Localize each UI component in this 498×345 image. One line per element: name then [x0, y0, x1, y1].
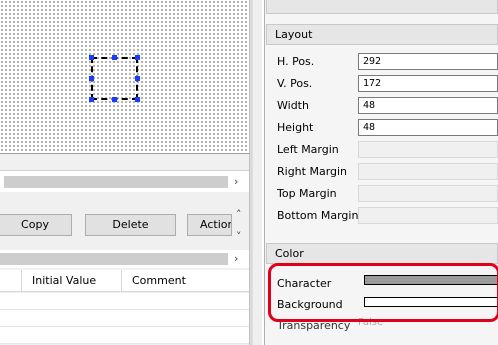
selected-shape[interactable] — [91, 57, 138, 100]
canvas-divider — [0, 153, 249, 154]
resize-handle-top-left[interactable] — [89, 55, 94, 60]
action-button[interactable]: Actior — [187, 214, 232, 236]
table-row[interactable] — [0, 293, 249, 310]
width-field[interactable]: 48 — [358, 97, 498, 114]
resize-handle-top[interactable] — [112, 55, 117, 60]
section-header-color[interactable]: Color — [266, 243, 498, 264]
object-toolbar: Copy Delete Actior — [0, 200, 249, 244]
color-highlight-annotation — [268, 263, 498, 322]
height-field[interactable]: 48 — [358, 119, 498, 136]
toolbar-vertical-scrollbar[interactable]: ˄ ˅ — [232, 204, 249, 248]
label-top-margin: Top Margin — [277, 187, 337, 200]
table-header: Initial Value Comment — [0, 270, 249, 292]
scroll-up-icon[interactable]: ˄ — [236, 208, 242, 221]
right-margin-field — [358, 163, 498, 180]
scrollbar-thumb[interactable] — [4, 176, 228, 188]
section-header-layout[interactable]: Layout — [266, 24, 498, 45]
pane-border — [262, 0, 265, 345]
label-bottom-margin: Bottom Margin — [277, 209, 359, 222]
scroll-right-icon[interactable]: › — [234, 175, 238, 188]
resize-handle-top-right[interactable] — [135, 55, 140, 60]
pane-splitter[interactable] — [249, 0, 253, 345]
scroll-right-icon[interactable]: › — [234, 252, 238, 265]
resize-handle-bottom-right[interactable] — [135, 97, 140, 102]
table-horizontal-scrollbar[interactable]: › — [0, 250, 249, 268]
table-row[interactable] — [0, 327, 249, 344]
delete-button[interactable]: Delete — [85, 214, 176, 236]
resize-handle-bottom[interactable] — [112, 97, 117, 102]
label-right-margin: Right Margin — [277, 165, 348, 178]
label-height: Height — [277, 121, 314, 134]
h-pos-field[interactable]: 292 — [358, 53, 498, 70]
bottom-margin-field — [358, 207, 498, 224]
label-width: Width — [277, 99, 309, 112]
label-h-pos: H. Pos. — [277, 55, 315, 68]
resize-handle-right[interactable] — [135, 76, 140, 81]
label-v-pos: V. Pos. — [277, 77, 313, 90]
section-header-collapsed[interactable] — [266, 0, 498, 14]
scrollbar-thumb[interactable] — [0, 253, 228, 265]
resize-handle-left[interactable] — [89, 76, 94, 81]
copy-button[interactable]: Copy — [0, 214, 72, 236]
column-header-initial-value[interactable]: Initial Value — [21, 270, 121, 292]
column-header-comment[interactable]: Comment — [121, 270, 249, 292]
top-margin-field — [358, 185, 498, 202]
left-margin-field — [358, 141, 498, 158]
scroll-down-icon[interactable]: ˅ — [236, 230, 242, 243]
label-left-margin: Left Margin — [277, 143, 339, 156]
v-pos-field[interactable]: 172 — [358, 75, 498, 92]
canvas-horizontal-scrollbar[interactable]: › — [0, 170, 249, 192]
table-row[interactable] — [0, 310, 249, 327]
resize-handle-bottom-left[interactable] — [89, 97, 94, 102]
